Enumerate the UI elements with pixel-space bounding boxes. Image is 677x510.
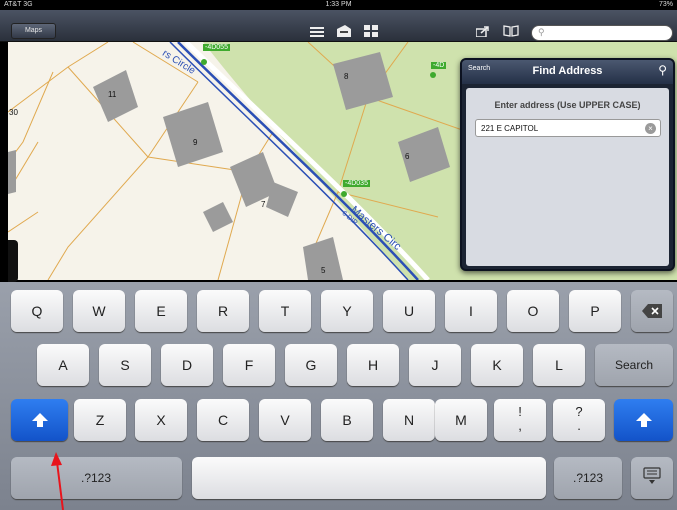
share-icon[interactable]: [475, 25, 490, 39]
map-side-handle[interactable]: [8, 240, 18, 282]
node-label: -4D: [431, 62, 447, 69]
maps-button[interactable]: Maps: [11, 23, 56, 39]
status-bar: AT&T 3G 1:33 PM 73%: [0, 0, 677, 10]
key-i[interactable]: I: [445, 290, 497, 332]
key-c[interactable]: C: [197, 399, 249, 441]
key-f[interactable]: F: [223, 344, 275, 386]
node-label: -4D035: [343, 180, 370, 187]
backspace-key[interactable]: [631, 290, 673, 332]
address-prompt: Enter address (Use UPPER CASE): [494, 100, 641, 110]
map-toolbar: Maps ⚲: [0, 10, 677, 42]
grid-icon[interactable]: [364, 25, 378, 39]
lot-number: 8: [344, 72, 349, 81]
key-r[interactable]: R: [197, 290, 249, 332]
node-label: -4D055: [203, 44, 230, 51]
lot-number: 11: [108, 90, 117, 99]
layers-icon[interactable]: [337, 25, 351, 39]
keyboard-icon: [643, 467, 661, 484]
hide-keyboard-key[interactable]: [631, 457, 673, 499]
key-d[interactable]: D: [161, 344, 213, 386]
key-h[interactable]: H: [347, 344, 399, 386]
key-s[interactable]: S: [99, 344, 151, 386]
key-z[interactable]: Z: [74, 399, 126, 441]
popover-title: Find Address: [532, 65, 603, 77]
key-y[interactable]: Y: [321, 290, 373, 332]
battery-percent: 73%: [658, 1, 673, 8]
onscreen-keyboard: Q W E R T Y U I O P A S D F G H J K L Se…: [0, 282, 677, 510]
popover-body: Enter address (Use UPPER CASE) ×: [466, 88, 669, 266]
key-k[interactable]: K: [471, 344, 523, 386]
address-input[interactable]: [481, 123, 641, 134]
key-x[interactable]: X: [135, 399, 187, 441]
list-icon[interactable]: [310, 25, 324, 39]
key-exclaim-comma[interactable]: !,: [494, 399, 546, 441]
key-t[interactable]: T: [259, 290, 311, 332]
key-p[interactable]: P: [569, 290, 621, 332]
popover-header: Search Find Address ⚲: [462, 60, 673, 84]
numbers-key-right[interactable]: .?123: [554, 457, 622, 499]
key-l[interactable]: L: [533, 344, 585, 386]
key-g[interactable]: G: [285, 344, 337, 386]
lot-number: 6: [405, 152, 410, 161]
search-icon[interactable]: ⚲: [658, 63, 667, 77]
lot-number: 7: [261, 200, 266, 209]
clock: 1:33 PM: [325, 1, 352, 8]
search-key[interactable]: Search: [595, 344, 673, 386]
key-e[interactable]: E: [135, 290, 187, 332]
address-field[interactable]: ×: [475, 119, 661, 137]
clear-icon[interactable]: ×: [645, 123, 656, 134]
lot-number: 9: [193, 138, 198, 147]
shift-arrow-icon: [635, 413, 652, 427]
shift-key-right[interactable]: [614, 399, 673, 441]
map-search-box[interactable]: ⚲: [531, 25, 673, 41]
lot-number: 30: [9, 108, 18, 117]
search-icon: ⚲: [538, 27, 545, 37]
key-m[interactable]: M: [435, 399, 487, 441]
backspace-icon: [642, 304, 662, 318]
key-v[interactable]: V: [259, 399, 311, 441]
key-question-period[interactable]: ?.: [553, 399, 605, 441]
space-bar[interactable]: [192, 457, 546, 499]
numbers-key-left[interactable]: .?123: [11, 457, 182, 499]
key-j[interactable]: J: [409, 344, 461, 386]
bookmarks-icon[interactable]: [503, 25, 519, 39]
shift-key-left[interactable]: [11, 399, 68, 441]
map-search-input[interactable]: [548, 27, 668, 39]
key-a[interactable]: A: [37, 344, 89, 386]
key-w[interactable]: W: [73, 290, 125, 332]
lot-number: 5: [321, 266, 326, 275]
key-q[interactable]: Q: [11, 290, 63, 332]
key-b[interactable]: B: [321, 399, 373, 441]
key-u[interactable]: U: [383, 290, 435, 332]
shift-arrow-icon: [31, 413, 48, 427]
find-address-popover: Search Find Address ⚲ Enter address (Use…: [460, 58, 675, 271]
key-o[interactable]: O: [507, 290, 559, 332]
key-n[interactable]: N: [383, 399, 435, 441]
